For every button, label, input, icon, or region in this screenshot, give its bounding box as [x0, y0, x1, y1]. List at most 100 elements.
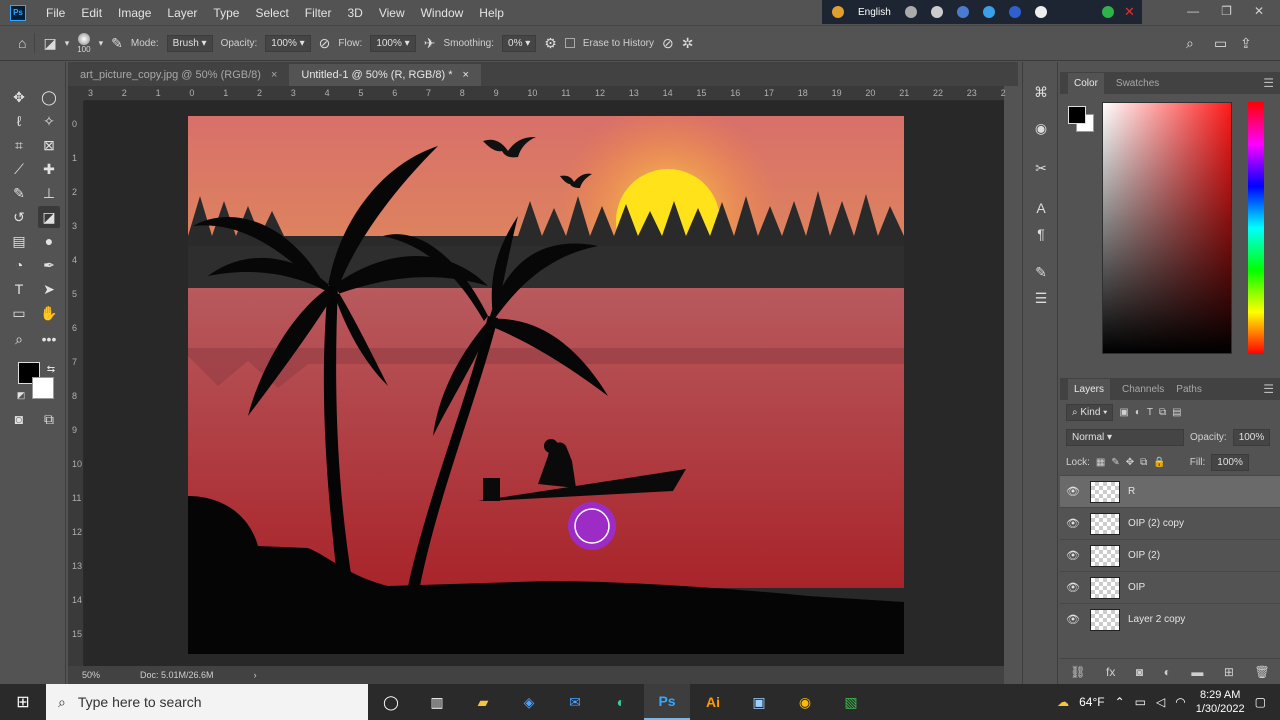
file-explorer-icon[interactable]: ▰ — [460, 684, 506, 720]
foreground-color-swatch[interactable] — [1068, 106, 1086, 124]
menu-file[interactable]: File — [38, 6, 73, 20]
workspace-icon[interactable]: ▭ — [1214, 35, 1227, 52]
fill-field[interactable]: 100% — [1211, 454, 1249, 471]
windows-start-icon[interactable]: ⊞ — [0, 684, 46, 720]
mail-icon[interactable]: ✉ — [552, 684, 598, 720]
artwork-canvas[interactable] — [188, 116, 904, 654]
edge-icon[interactable]: ◐ — [598, 684, 644, 720]
lock-position-icon[interactable]: ✥ — [1126, 457, 1134, 468]
opacity-field[interactable]: 100% ▾ — [265, 34, 311, 52]
airbrush-icon[interactable]: ✈ — [424, 35, 436, 52]
status-chevron-icon[interactable]: › — [254, 670, 257, 680]
background-color-swatch[interactable] — [32, 377, 54, 399]
language-label[interactable]: English — [858, 7, 891, 18]
crop-tool-icon[interactable]: ⌗ — [8, 134, 30, 156]
swap-colors-icon[interactable]: ⇆ — [40, 358, 62, 380]
path-selection-tool-icon[interactable]: ➤ — [38, 278, 60, 300]
eye-icon[interactable]: 👁 — [1060, 517, 1086, 530]
smoothing-settings-gear-icon[interactable]: ⚙ — [544, 35, 557, 52]
tab-art-picture[interactable]: art_picture_copy.jpg @ 50% (RGB/8) × — [68, 64, 289, 86]
panel-menu-icon[interactable]: ☰ — [1263, 76, 1274, 90]
smoothing-field[interactable]: 0% ▾ — [502, 34, 537, 52]
taskbar-search[interactable]: ⌕ Type here to search — [46, 684, 368, 720]
type-tool-icon[interactable]: T — [8, 278, 30, 300]
tray-a-icon[interactable] — [904, 6, 917, 18]
clock[interactable]: 8:29 AM 1/30/2022 — [1196, 688, 1245, 716]
marquee-tool-icon[interactable]: ◯ — [38, 86, 60, 108]
tray-chevron-icon[interactable]: ⌃ — [1115, 695, 1125, 709]
tab-color[interactable]: Color — [1068, 72, 1104, 94]
network-icon[interactable]: ▭ — [1135, 695, 1146, 709]
delete-layer-icon[interactable]: 🗑 — [1254, 665, 1269, 679]
new-layer-icon[interactable]: ⊞ — [1224, 665, 1234, 679]
close-icon[interactable]: ✕ — [1254, 4, 1264, 18]
character-panel-icon[interactable]: A — [1031, 198, 1051, 218]
eyedropper-tool-icon[interactable]: ⟋ — [8, 158, 30, 180]
menu-3d[interactable]: 3D — [339, 6, 370, 20]
layer-row[interactable]: 👁 OIP (2) copy — [1060, 507, 1280, 539]
weather-icon[interactable]: ☁ — [1057, 695, 1069, 709]
brush-settings-icon[interactable]: ✎ — [111, 35, 123, 52]
pressure-opacity-icon[interactable]: ⊘ — [319, 35, 331, 52]
tray-b-icon[interactable] — [930, 6, 943, 18]
layer-row[interactable]: 👁 R — [1060, 475, 1280, 507]
tab-layers[interactable]: Layers — [1068, 378, 1111, 400]
pressure-size-icon[interactable]: ⊘ — [662, 35, 674, 52]
share-icon[interactable]: ⇪ — [1240, 35, 1252, 52]
new-group-icon[interactable]: ▬ — [1191, 665, 1203, 679]
lock-all-icon[interactable]: 🔒 — [1153, 457, 1165, 468]
dodge-tool-icon[interactable]: ◔ — [8, 254, 30, 276]
link-layers-icon[interactable]: ⛓ — [1070, 665, 1085, 679]
eraser-tool-icon[interactable]: ◪ — [38, 206, 60, 228]
tab-untitled-1[interactable]: Untitled-1 @ 50% (R, RGB/8) * × — [289, 64, 481, 86]
menu-edit[interactable]: Edit — [73, 6, 110, 20]
zoom-level[interactable]: 50% — [82, 670, 100, 680]
minimize-icon[interactable]: — — [1187, 4, 1199, 18]
layer-filter-select[interactable]: ⌕ Kind ▾ — [1066, 404, 1114, 421]
eye-icon[interactable]: 👁 — [1060, 613, 1086, 626]
layer-row[interactable]: 👁 OIP (2) — [1060, 539, 1280, 571]
frame-tool-icon[interactable]: ⊠ — [38, 134, 60, 156]
tab-paths[interactable]: Paths — [1176, 384, 1202, 395]
filter-type-icon[interactable]: T — [1147, 407, 1153, 418]
menu-layer[interactable]: Layer — [159, 6, 205, 20]
brush-panel-icon[interactable]: ✎ — [1031, 262, 1051, 282]
gear-icon[interactable] — [956, 6, 969, 18]
power-icon[interactable] — [1034, 6, 1047, 18]
menu-image[interactable]: Image — [110, 6, 159, 20]
eye-icon[interactable]: 👁 — [1060, 581, 1086, 594]
brush-tool-icon[interactable]: ✎ — [8, 182, 30, 204]
menu-type[interactable]: Type — [205, 6, 247, 20]
layer-opacity-field[interactable]: 100% — [1232, 429, 1271, 446]
filter-adjustment-icon[interactable]: ◐ — [1135, 407, 1141, 418]
green-status-icon[interactable] — [1102, 6, 1114, 18]
blend-mode-select[interactable]: Normal ▾ — [1066, 429, 1184, 446]
tool-presets-icon[interactable]: ✂ — [1031, 158, 1051, 178]
quick-mask-icon[interactable]: ◙ — [8, 408, 30, 430]
menu-window[interactable]: Window — [413, 6, 472, 20]
app-icon[interactable]: ▣ — [736, 684, 782, 720]
search-icon[interactable]: ⌕ — [1186, 35, 1194, 52]
filter-pixel-icon[interactable]: ▣ — [1119, 407, 1128, 418]
keyboard-icon[interactable] — [832, 6, 844, 18]
menu-filter[interactable]: Filter — [297, 6, 340, 20]
magic-wand-tool-icon[interactable]: ✧ — [38, 110, 60, 132]
symmetry-icon[interactable]: ✲ — [682, 35, 694, 52]
flow-field[interactable]: 100% ▾ — [370, 34, 416, 52]
weather-temp[interactable]: 64°F — [1079, 695, 1104, 709]
menu-select[interactable]: Select — [247, 6, 296, 20]
panel-menu-icon[interactable]: ☰ — [1263, 382, 1274, 396]
photoshop-taskbar-icon[interactable]: Ps — [644, 684, 690, 720]
eye-icon[interactable]: 👁 — [1060, 485, 1086, 498]
tab-swatches[interactable]: Swatches — [1116, 78, 1159, 89]
hand-tool-icon[interactable]: ✋ — [38, 302, 60, 324]
cortana-icon[interactable]: ◯ — [368, 684, 414, 720]
healing-brush-tool-icon[interactable]: ✚ — [38, 158, 60, 180]
browser-icon[interactable] — [982, 6, 995, 18]
lasso-tool-icon[interactable]: ℓ — [8, 110, 30, 132]
mode-select[interactable]: Brush ▾ — [166, 34, 213, 52]
lock-transparent-icon[interactable]: ▦ — [1096, 457, 1105, 468]
filter-smart-object-icon[interactable]: ▤ — [1172, 407, 1181, 418]
layer-row[interactable]: 👁 OIP — [1060, 571, 1280, 603]
chrome-icon[interactable]: ◉ — [782, 684, 828, 720]
